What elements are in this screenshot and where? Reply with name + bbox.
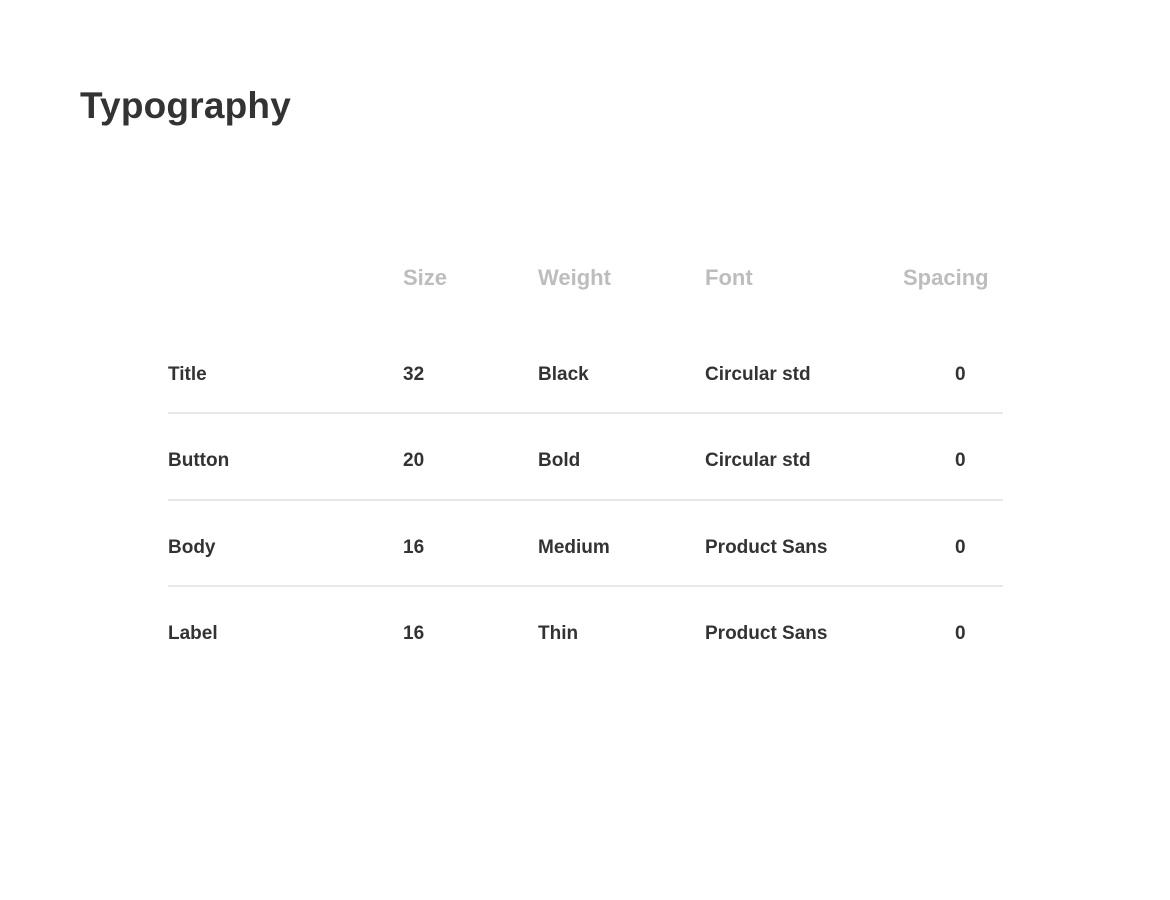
style-weight: Bold xyxy=(538,450,581,471)
column-header-font: Font xyxy=(705,265,753,290)
page-title: Typography xyxy=(80,85,291,126)
row-divider xyxy=(168,585,1003,587)
style-weight: Black xyxy=(538,364,589,385)
column-header-weight: Weight xyxy=(538,265,611,290)
style-spacing: 0 xyxy=(955,450,966,471)
style-font: Circular std xyxy=(705,364,811,385)
style-spacing: 0 xyxy=(955,364,966,385)
row-divider xyxy=(168,412,1003,414)
style-font: Circular std xyxy=(705,450,811,471)
row-divider xyxy=(168,499,1003,501)
style-font: Product Sans xyxy=(705,623,828,644)
style-name: Button xyxy=(168,450,230,471)
table-row: Body 16 Medium Product Sans 0 xyxy=(168,509,1003,595)
column-header-spacing: Spacing xyxy=(903,265,989,290)
style-weight: Medium xyxy=(538,537,610,558)
style-size: 16 xyxy=(403,537,425,558)
style-name: Body xyxy=(168,537,216,558)
table-row: Title 32 Black Circular std 0 xyxy=(168,336,1003,422)
style-name: Label xyxy=(168,623,218,644)
style-size: 32 xyxy=(403,364,425,385)
style-size: 20 xyxy=(403,450,425,471)
style-weight: Thin xyxy=(538,623,579,644)
style-spacing: 0 xyxy=(955,623,966,644)
table-row: Label 16 Thin Product Sans 0 xyxy=(168,595,1003,681)
style-font: Product Sans xyxy=(705,537,828,558)
style-size: 16 xyxy=(403,623,425,644)
table-row: Button 20 Bold Circular std 0 xyxy=(168,422,1003,508)
style-name: Title xyxy=(168,364,207,385)
column-header-size: Size xyxy=(403,265,448,290)
style-spacing: 0 xyxy=(955,537,966,558)
